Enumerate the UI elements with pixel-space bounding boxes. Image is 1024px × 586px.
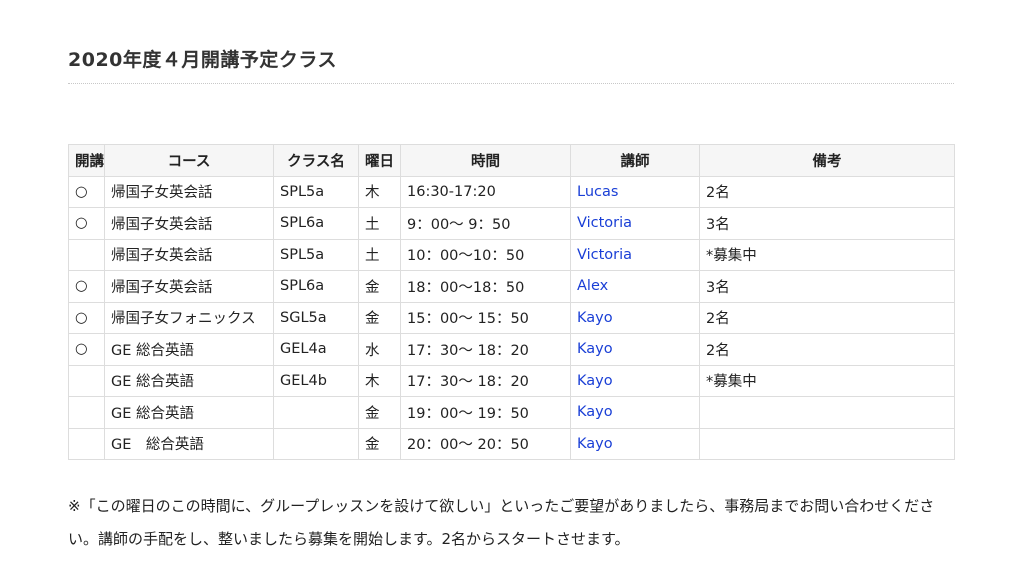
time-cell: 20：00～ 20：50	[400, 427, 571, 460]
remarks-cell: *募集中	[699, 364, 955, 397]
col-header-class-name: クラス名	[273, 144, 359, 177]
remarks-cell: 2名	[699, 333, 955, 366]
teacher-link[interactable]: Kayo	[570, 364, 700, 397]
teacher-link[interactable]: Lucas	[570, 175, 700, 208]
title-divider	[68, 83, 954, 84]
table-row: ○ 帰国子女フォニックス SGL5a 金 15：00～ 15：50 Kayo 2…	[68, 301, 955, 334]
course-cell: 帰国子女フォニックス	[104, 301, 274, 334]
open-mark: ○	[68, 301, 105, 334]
class-name-cell: GEL4b	[273, 364, 359, 397]
open-mark	[68, 364, 105, 397]
weekday-cell: 土	[358, 207, 401, 240]
open-mark	[68, 238, 105, 271]
time-cell: 18：00～18：50	[400, 270, 571, 303]
weekday-cell: 金	[358, 427, 401, 460]
course-cell: GE 総合英語	[104, 333, 274, 366]
course-cell: GE 総合英語	[104, 427, 274, 460]
weekday-cell: 金	[358, 270, 401, 303]
class-name-cell: SPL5a	[273, 238, 359, 271]
col-header-remarks: 備考	[699, 144, 955, 177]
col-header-weekday: 曜日	[358, 144, 401, 177]
course-cell: GE 総合英語	[104, 364, 274, 397]
request-note: ※「この曜日のこの時間に、グループレッスンを設けて欲しい」といったご要望がありま…	[68, 497, 935, 548]
remarks-cell: 3名	[699, 270, 955, 303]
course-cell: GE 総合英語	[104, 396, 274, 429]
page-title: 2020年度４月開講予定クラス	[68, 49, 338, 71]
class-name-cell: SPL5a	[273, 175, 359, 208]
teacher-link[interactable]: Kayo	[570, 427, 700, 460]
time-cell: 10：00～10：50	[400, 238, 571, 271]
remarks-cell: 2名	[699, 301, 955, 334]
open-mark	[68, 396, 105, 429]
class-schedule-table: 開講 コース クラス名 曜日 時間 講師 備考 ○ 帰国子女英会話 SPL5a …	[68, 144, 955, 460]
course-cell: 帰国子女英会話	[104, 238, 274, 271]
class-name-cell: SPL6a	[273, 207, 359, 240]
teacher-link[interactable]: Kayo	[570, 333, 700, 366]
remarks-cell	[699, 396, 955, 429]
remarks-cell: 2名	[699, 175, 955, 208]
table-header-row: 開講 コース クラス名 曜日 時間 講師 備考	[68, 144, 955, 177]
class-name-cell	[273, 396, 359, 429]
weekday-cell: 木	[358, 364, 401, 397]
teacher-link[interactable]: Victoria	[570, 207, 700, 240]
col-header-course: コース	[104, 144, 274, 177]
table-row: ○ GE 総合英語 GEL4a 水 17：30～ 18：20 Kayo 2名	[68, 333, 955, 366]
table-row: GE 総合英語 金 20：00～ 20：50 Kayo	[68, 427, 955, 460]
col-header-open: 開講	[68, 144, 105, 177]
course-cell: 帰国子女英会話	[104, 270, 274, 303]
time-cell: 17：30～ 18：20	[400, 333, 571, 366]
table-row: ○ 帰国子女英会話 SPL5a 木 16:30-17:20 Lucas 2名	[68, 175, 955, 208]
teacher-link[interactable]: Kayo	[570, 301, 700, 334]
weekday-cell: 木	[358, 175, 401, 208]
course-cell: 帰国子女英会話	[104, 207, 274, 240]
page-content: 2020年度４月開講予定クラス 開講 コース クラス名 曜日 時間 講師 備考	[68, 0, 955, 548]
remarks-cell	[699, 427, 955, 460]
table-row: ○ 帰国子女英会話 SPL6a 土 9：00～ 9：50 Victoria 3名	[68, 207, 955, 240]
time-cell: 9：00～ 9：50	[400, 207, 571, 240]
open-mark	[68, 427, 105, 460]
col-header-time: 時間	[400, 144, 571, 177]
col-header-teacher: 講師	[570, 144, 700, 177]
class-name-cell	[273, 427, 359, 460]
remarks-cell: 3名	[699, 207, 955, 240]
remarks-cell: *募集中	[699, 238, 955, 271]
teacher-link[interactable]: Alex	[570, 270, 700, 303]
course-cell: 帰国子女英会話	[104, 175, 274, 208]
weekday-cell: 土	[358, 238, 401, 271]
table-row: GE 総合英語 金 19：00～ 19：50 Kayo	[68, 396, 955, 429]
table-row: ○ 帰国子女英会話 SPL6a 金 18：00～18：50 Alex 3名	[68, 270, 955, 303]
class-name-cell: GEL4a	[273, 333, 359, 366]
teacher-link[interactable]: Kayo	[570, 396, 700, 429]
open-mark: ○	[68, 207, 105, 240]
weekday-cell: 水	[358, 333, 401, 366]
weekday-cell: 金	[358, 396, 401, 429]
time-cell: 17：30～ 18：20	[400, 364, 571, 397]
time-cell: 16:30-17:20	[400, 175, 571, 208]
class-name-cell: SGL5a	[273, 301, 359, 334]
class-name-cell: SPL6a	[273, 270, 359, 303]
time-cell: 19：00～ 19：50	[400, 396, 571, 429]
open-mark: ○	[68, 333, 105, 366]
weekday-cell: 金	[358, 301, 401, 334]
teacher-link[interactable]: Victoria	[570, 238, 700, 271]
table-row: GE 総合英語 GEL4b 木 17：30～ 18：20 Kayo *募集中	[68, 364, 955, 397]
time-cell: 15：00～ 15：50	[400, 301, 571, 334]
open-mark: ○	[68, 270, 105, 303]
table-row: 帰国子女英会話 SPL5a 土 10：00～10：50 Victoria *募集…	[68, 238, 955, 271]
open-mark: ○	[68, 175, 105, 208]
